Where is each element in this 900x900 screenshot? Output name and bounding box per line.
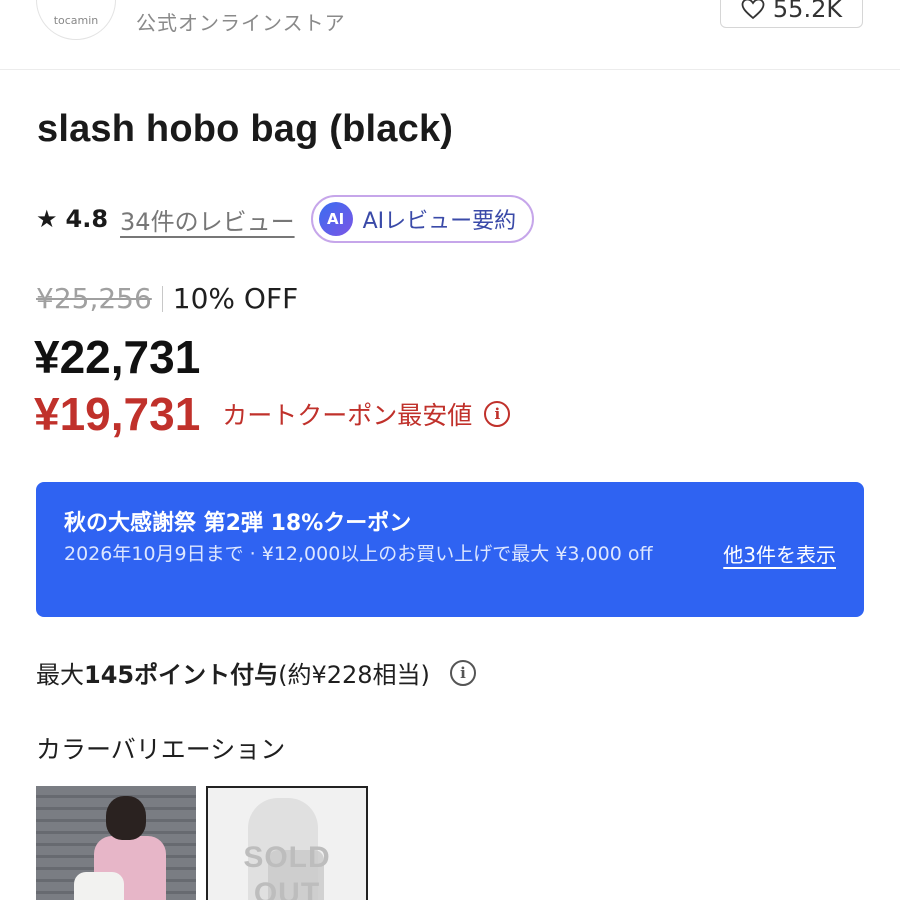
coupon-banner-description: 2026年10月9日まで · ¥12,000以上のお買い上げで最大 ¥3,000… [64, 543, 653, 565]
ai-review-summary-label: AIレビュー要約 [362, 209, 517, 234]
info-icon[interactable]: i [484, 401, 511, 427]
star-icon: ★ [36, 205, 58, 233]
rating-row: ★ 4.8 34件のレビュー AI AIレビュー要約 [36, 195, 535, 243]
favorite-button[interactable]: 55.2K [720, 0, 863, 28]
coupon-price: ¥19,731 [34, 388, 201, 440]
original-price: ¥25,256 [36, 282, 152, 315]
rating-value: 4.8 [65, 205, 109, 233]
show-more-coupons-link[interactable]: 他3件を表示 [723, 539, 836, 568]
coupon-banner[interactable]: 秋の大感謝祭 第2弾 18%クーポン 2026年10月9日まで · ¥12,00… [36, 482, 864, 617]
store-header: tocamin 公式オンラインストア 55.2K [0, 0, 900, 70]
shop-logo[interactable]: tocamin [36, 0, 116, 40]
bag-image [74, 872, 124, 900]
discount-label: 10% OFF [172, 282, 299, 315]
store-subtitle: 公式オンラインストア [136, 11, 346, 35]
divider [161, 285, 163, 312]
favorite-count: 55.2K [772, 0, 843, 23]
points-row: 最大 145ポイント付与 (約¥228相当) i [36, 655, 476, 690]
coupon-price-label: カートクーポン最安値 [222, 401, 473, 430]
reviews-link[interactable]: 34件のレビュー [120, 202, 295, 237]
points-equivalent: (約¥228相当) [278, 661, 430, 689]
current-price: ¥22,731 [34, 331, 201, 383]
model-head [106, 796, 146, 840]
color-variation-thumbnail-selected[interactable]: SOLD OUT [206, 786, 368, 900]
info-icon[interactable]: i [449, 659, 476, 686]
coupon-banner-title: 秋の大感謝祭 第2弾 18%クーポン [64, 511, 412, 536]
points-amount: 145ポイント付与 [84, 661, 279, 689]
ai-review-summary-button[interactable]: AI AIレビュー要約 [310, 195, 535, 243]
sold-out-label: SOLD OUT [243, 841, 331, 900]
coupon-price-row: ¥19,731 カートクーポン最安値 i [34, 387, 511, 441]
ai-badge-icon: AI [318, 202, 353, 236]
original-price-row: ¥25,256 10% OFF [36, 282, 298, 315]
color-variation-thumbnail[interactable] [36, 786, 196, 900]
color-variation-heading: カラーバリエーション [36, 735, 286, 764]
shop-logo-text: tocamin [53, 14, 99, 27]
points-prefix: 最大 [36, 661, 84, 689]
heart-icon [741, 0, 765, 20]
product-title: slash hobo bag (black) [37, 108, 454, 150]
